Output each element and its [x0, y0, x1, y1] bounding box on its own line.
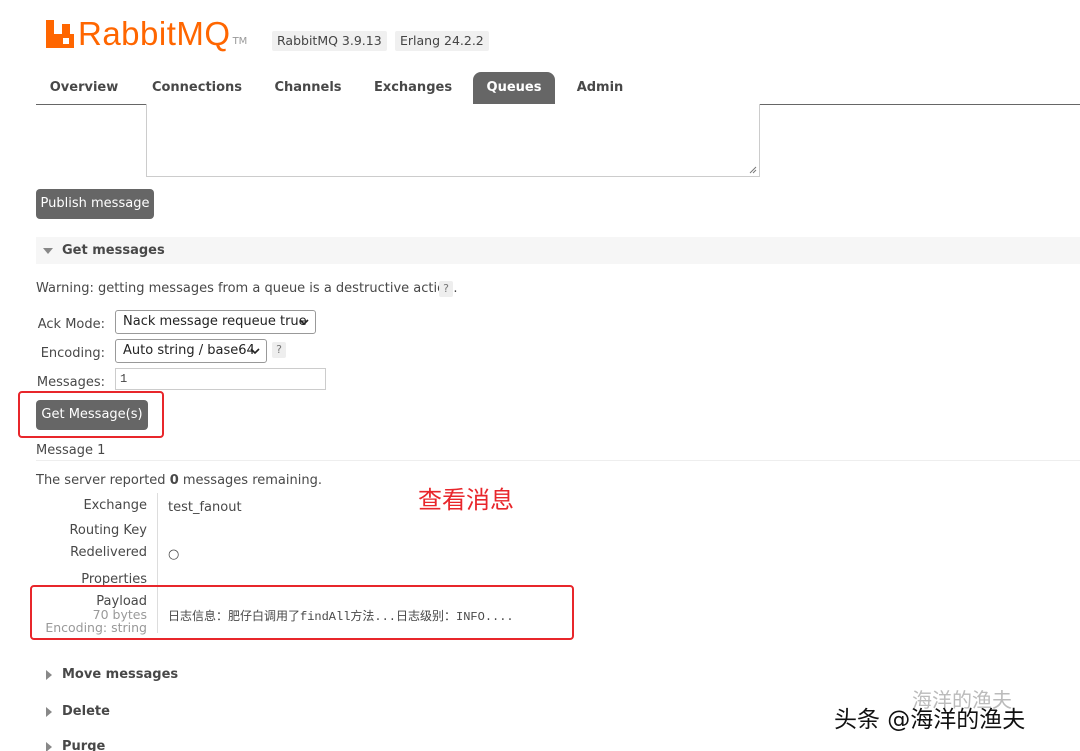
message-heading: Message 1: [36, 443, 106, 458]
ack-mode-selected-value: Nack message requeue true: [123, 314, 307, 329]
exchange-label: Exchange: [83, 498, 147, 513]
server-report-suffix: messages remaining.: [178, 473, 322, 488]
remaining-count: 0: [169, 473, 179, 488]
chevron-right-icon: [46, 707, 52, 717]
result-divider: [36, 460, 1080, 461]
warning-help-icon[interactable]: ?: [439, 281, 453, 297]
rabbitmq-logo[interactable]: RabbitMQ TM: [46, 14, 247, 54]
purge-title: Purge: [62, 739, 106, 751]
get-messages-title: Get messages: [62, 243, 165, 258]
encoding-label: Encoding:: [40, 346, 105, 361]
rabbitmq-logo-icon: [46, 20, 74, 48]
chevron-right-icon: [46, 670, 52, 680]
encoding-selected-value: Auto string / base64: [123, 343, 255, 358]
redelivered-label: Redelivered: [70, 545, 147, 560]
chevron-right-icon: [46, 742, 52, 751]
tab-queues[interactable]: Queues: [473, 72, 555, 104]
ack-mode-select[interactable]: Nack message requeue true: [115, 310, 316, 334]
messages-count-label: Messages:: [36, 375, 105, 390]
view-message-annotation: 查看消息: [418, 486, 514, 514]
highlight-box-get-button: [18, 391, 164, 438]
watermark-text: 头条 @海洋的渔夫: [834, 707, 1026, 733]
delete-title: Delete: [62, 704, 110, 719]
encoding-select[interactable]: Auto string / base64: [115, 339, 267, 363]
get-messages-section-header[interactable]: Get messages: [36, 237, 1080, 264]
move-messages-section-header[interactable]: Move messages: [36, 667, 436, 683]
exchange-value: test_fanout: [168, 500, 242, 515]
ack-mode-label: Ack Mode:: [37, 317, 105, 332]
tab-connections[interactable]: Connections: [145, 72, 249, 104]
server-report-prefix: The server reported: [36, 473, 170, 488]
erlang-version-badge: Erlang 24.2.2: [395, 31, 489, 51]
highlight-box-payload: [30, 585, 574, 640]
main-nav-tabs: Overview Connections Channels Exchanges …: [36, 72, 1080, 105]
routing-key-label: Routing Key: [69, 523, 147, 538]
chevron-down-icon: [250, 348, 260, 355]
tab-exchanges[interactable]: Exchanges: [367, 72, 459, 104]
server-report-text: The server reported 0 messages remaining…: [36, 473, 322, 488]
delete-section-header[interactable]: Delete: [36, 704, 436, 720]
tab-overview[interactable]: Overview: [42, 72, 126, 104]
publish-message-button[interactable]: Publish message: [36, 189, 154, 219]
encoding-help-icon[interactable]: ?: [272, 342, 286, 358]
rabbitmq-version-badge: RabbitMQ 3.9.13: [272, 31, 387, 51]
messages-count-input[interactable]: 1: [115, 368, 326, 390]
logo-trademark: TM: [232, 35, 248, 47]
chevron-down-icon: [43, 248, 53, 254]
chevron-down-icon: [299, 319, 309, 326]
logo-text: RabbitMQ: [78, 15, 231, 52]
move-messages-title: Move messages: [62, 667, 179, 682]
destructive-warning-text: Warning: getting messages from a queue i…: [36, 281, 458, 296]
resize-grip-icon[interactable]: [749, 166, 757, 174]
tab-admin[interactable]: Admin: [569, 72, 631, 104]
tab-channels[interactable]: Channels: [267, 72, 349, 104]
publish-payload-textarea[interactable]: [146, 104, 760, 177]
purge-section-header[interactable]: Purge: [36, 739, 436, 751]
redelivered-value: ○: [168, 547, 180, 562]
